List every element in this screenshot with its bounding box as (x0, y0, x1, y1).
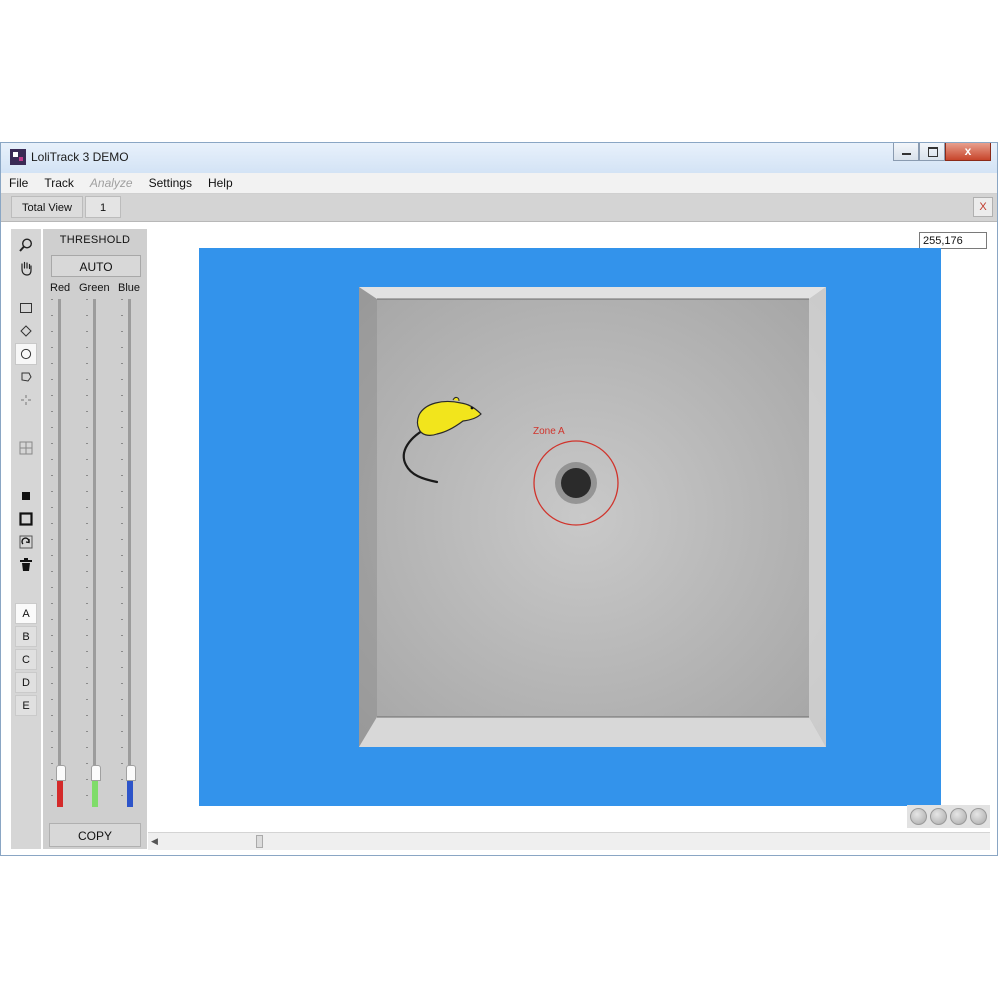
diamond-zone-icon (20, 325, 32, 337)
delete-tool[interactable] (15, 554, 37, 576)
threshold-panel: THRESHOLD AUTO Red Green Blue COPY (43, 229, 147, 849)
circle-zone-tool[interactable] (15, 343, 37, 365)
app-logo-icon (10, 149, 26, 165)
red-slider-track[interactable] (58, 299, 61, 807)
title-bar[interactable]: LoliTrack 3 DEMO x (1, 143, 997, 173)
pan-hand-icon (21, 261, 32, 276)
video-frame[interactable]: Zone A (199, 248, 941, 806)
zoom-tool[interactable] (15, 234, 37, 256)
forward-button[interactable] (970, 808, 987, 825)
zone-a-label: Zone A (533, 426, 565, 437)
scroll-left-icon[interactable]: ◀ (151, 836, 158, 847)
tab-1[interactable]: 1 (85, 196, 121, 218)
coordinate-readout: 255,176 (919, 232, 987, 249)
maximize-button[interactable] (919, 143, 945, 161)
zone-button-d[interactable]: D (15, 672, 37, 693)
filled-square-icon (22, 492, 30, 500)
circle-zone-icon (20, 348, 32, 360)
rotate-tool[interactable] (15, 531, 37, 553)
trash-icon (20, 558, 32, 571)
view-tabs: Total View 1 X (1, 194, 997, 222)
scrollbar-thumb[interactable] (256, 835, 263, 848)
polygon-zone-tool[interactable] (15, 366, 37, 388)
zoom-icon (19, 238, 33, 252)
outline-square-icon (19, 512, 33, 526)
rectangle-zone-icon (20, 303, 32, 313)
rectangle-zone-tool[interactable] (15, 297, 37, 319)
arena-top-wall (359, 287, 826, 299)
arena-bottom-wall (359, 717, 826, 747)
window-controls: x (893, 143, 991, 163)
zone-button-b[interactable]: B (15, 626, 37, 647)
open-field-arena: Zone A (359, 287, 826, 747)
rewind-button[interactable] (910, 808, 927, 825)
green-slider-ticks (86, 299, 88, 807)
grid-tool[interactable] (15, 437, 37, 459)
arena-overlay (359, 287, 826, 747)
app-window: LoliTrack 3 DEMO x File Track Analyze Se… (0, 142, 998, 856)
threshold-title: THRESHOLD (59, 234, 131, 246)
filled-square-tool[interactable] (15, 485, 37, 507)
menu-file[interactable]: File (1, 176, 36, 190)
outline-square-tool[interactable] (15, 508, 37, 530)
green-slider-thumb[interactable] (91, 765, 101, 781)
zone-button-c[interactable]: C (15, 649, 37, 670)
polygon-zone-icon (21, 372, 32, 382)
arena-right-wall (809, 287, 826, 747)
rotate-icon (19, 535, 33, 549)
red-channel-label: Red (50, 282, 71, 294)
arena-hole (561, 468, 591, 498)
green-slider-fill (92, 777, 98, 807)
close-tab-button[interactable]: X (973, 197, 993, 217)
horizontal-scrollbar[interactable]: ◀ (148, 832, 990, 850)
copy-button[interactable]: COPY (49, 823, 141, 847)
animal-eye (470, 406, 474, 410)
point-tool[interactable] (15, 389, 37, 411)
minimize-button[interactable] (893, 143, 919, 161)
blue-slider-thumb[interactable] (126, 765, 136, 781)
blue-slider-fill (127, 777, 133, 807)
menu-track[interactable]: Track (36, 176, 82, 190)
point-icon (21, 395, 31, 405)
video-viewport[interactable]: 255,176 Zone A (148, 229, 990, 832)
grid-icon (19, 441, 33, 455)
menu-bar: File Track Analyze Settings Help (1, 173, 997, 194)
blue-slider-track[interactable] (128, 299, 131, 807)
green-channel-label: Green (79, 282, 110, 294)
red-slider-ticks (51, 299, 53, 807)
zone-button-a[interactable]: A (15, 603, 37, 624)
menu-analyze: Analyze (89, 176, 133, 190)
menu-help[interactable]: Help (200, 176, 241, 190)
play-button[interactable] (930, 808, 947, 825)
tab-total-view[interactable]: Total View (11, 196, 83, 218)
animal-ear (452, 397, 460, 402)
green-slider-track[interactable] (93, 299, 96, 807)
close-icon: x (964, 144, 972, 158)
diamond-zone-tool[interactable] (15, 320, 37, 342)
zone-button-e[interactable]: E (15, 695, 37, 716)
red-slider-fill (57, 777, 63, 807)
red-slider-thumb[interactable] (56, 765, 66, 781)
playback-controls (907, 805, 990, 828)
minimize-icon (902, 153, 911, 155)
menu-settings[interactable]: Settings (141, 176, 200, 190)
blue-channel-label: Blue (118, 282, 141, 294)
arena-left-wall (359, 287, 377, 747)
tool-strip: A B C D E (11, 229, 41, 849)
tracked-animal (416, 400, 482, 436)
auto-threshold-button[interactable]: AUTO (51, 255, 141, 277)
pan-tool[interactable] (15, 257, 37, 279)
close-window-button[interactable]: x (945, 143, 991, 161)
window-title: LoliTrack 3 DEMO (31, 150, 129, 164)
pause-button[interactable] (950, 808, 967, 825)
blue-slider-ticks (121, 299, 123, 807)
maximize-icon (928, 147, 938, 157)
